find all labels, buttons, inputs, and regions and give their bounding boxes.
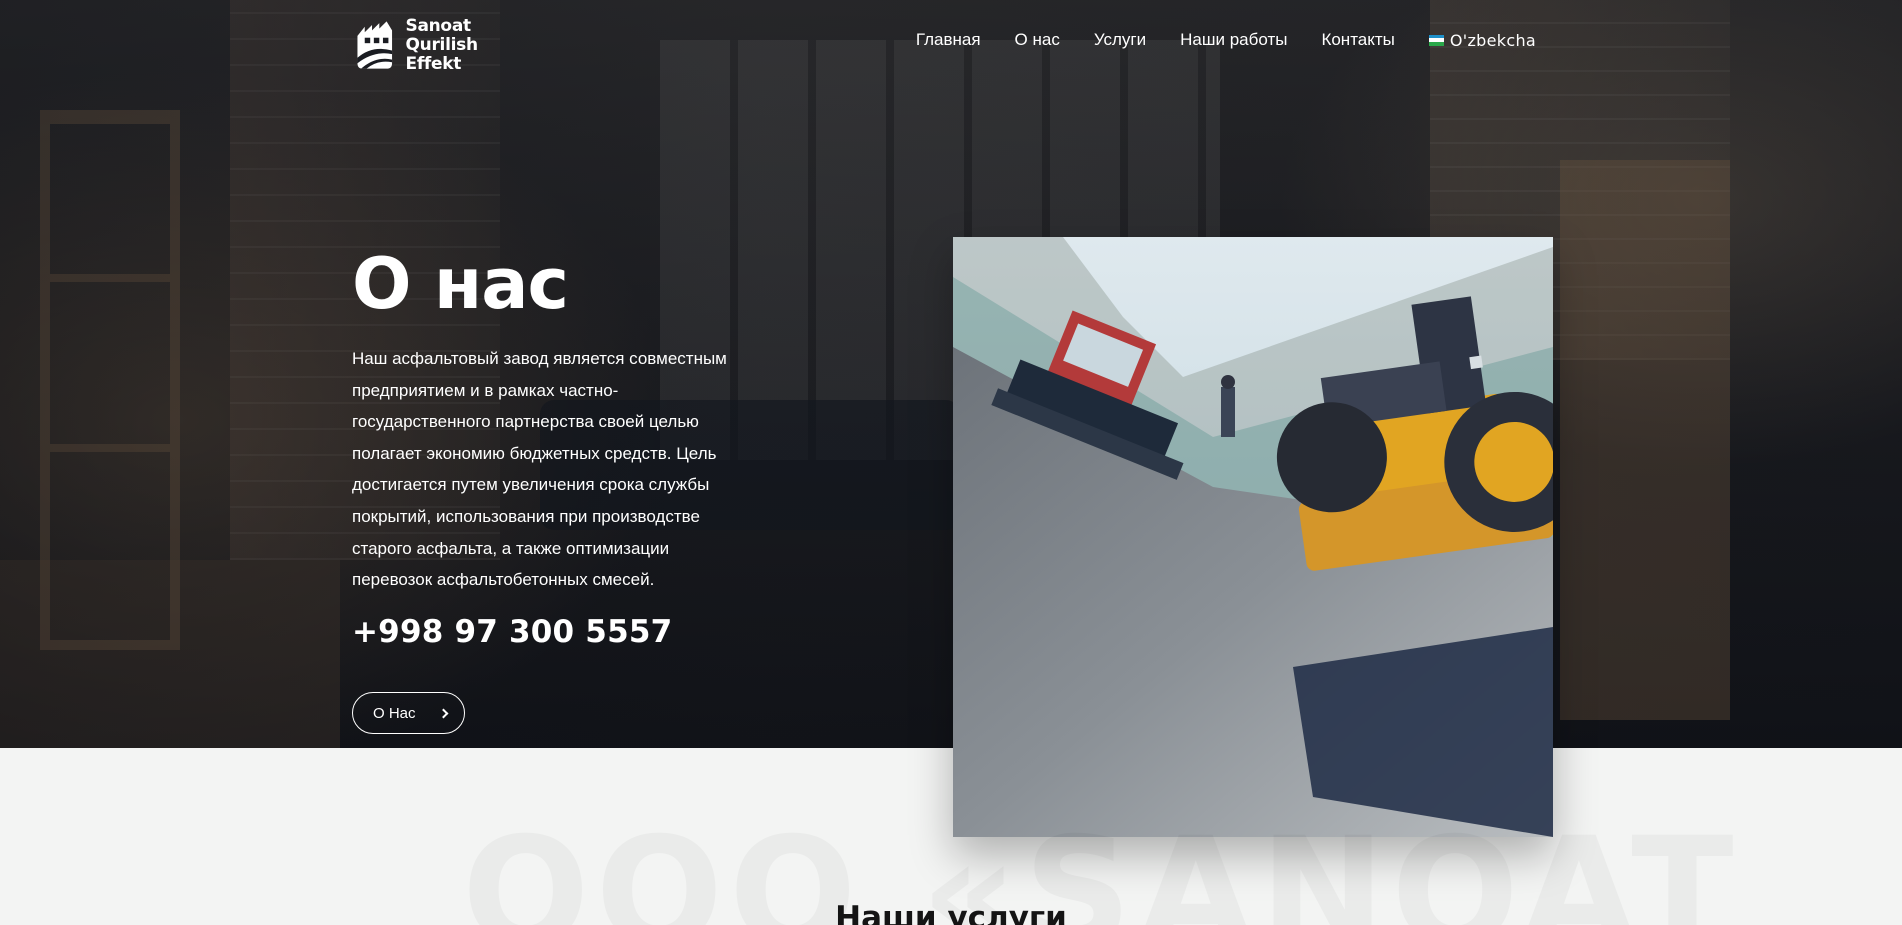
factory-logo-icon [357, 21, 393, 69]
hero-background [0, 0, 1902, 748]
main-nav: Главная О нас Услуги Наши работы Контакт… [916, 30, 1536, 50]
language-label: O'zbekcha [1449, 30, 1536, 50]
phone-number[interactable]: +998 97 300 5557 [352, 612, 672, 652]
nav-item-services[interactable]: Услуги [1094, 30, 1146, 50]
nav-item-works[interactable]: Наши работы [1180, 30, 1287, 50]
uzbek-flag-icon [1428, 34, 1444, 46]
page-title: О нас [352, 243, 569, 325]
site-logo[interactable]: Sanoat Qurilish Effekt [352, 14, 527, 76]
nav-item-about[interactable]: О нас [1015, 30, 1060, 50]
logo-name-line2: Qurilish Effekt [405, 34, 479, 74]
hero-overlay [0, 0, 1902, 748]
about-button-label: О Нас [373, 704, 416, 722]
about-button[interactable]: О Нас [352, 692, 465, 734]
nav-item-home[interactable]: Главная [916, 30, 981, 50]
services-title: Наши услуги [835, 900, 1067, 925]
road-roller-photo [953, 237, 1553, 837]
language-switcher[interactable]: O'zbekcha [1428, 30, 1536, 50]
asphalt-roller-image [953, 237, 1553, 837]
logo-text: Sanoat Qurilish Effekt [405, 15, 527, 74]
chevron-right-icon [438, 708, 448, 718]
nav-item-contacts[interactable]: Контакты [1321, 30, 1394, 50]
logo-name-line1: Sanoat [405, 15, 472, 36]
about-description: Наш асфальтовый завод является совместны… [352, 349, 727, 590]
